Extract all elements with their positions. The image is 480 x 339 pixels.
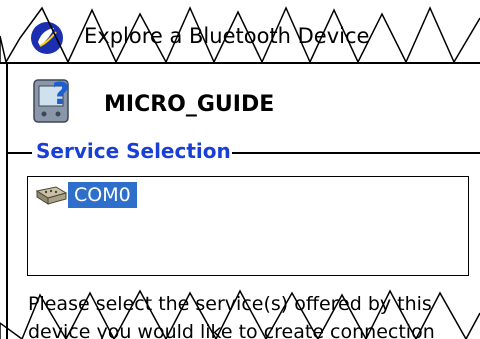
- service-selection-label: Service Selection: [36, 139, 231, 163]
- title-divider: [0, 62, 480, 64]
- screen: Explore a Bluetooth Device ? MICRO_GUIDE…: [0, 0, 480, 339]
- title-bar: Explore a Bluetooth Device: [0, 0, 480, 62]
- svg-text:?: ?: [52, 77, 69, 112]
- pda-question-icon: ?: [33, 77, 69, 123]
- service-list[interactable]: COM0: [27, 176, 469, 276]
- service-item-label: COM0: [68, 182, 137, 208]
- group-line-right: [232, 152, 480, 154]
- group-line-left: [6, 152, 32, 154]
- windows-flag-icon[interactable]: [28, 20, 66, 56]
- window-left-border: [6, 62, 8, 339]
- serial-port-icon: [35, 186, 68, 205]
- instruction-line-1: Please select the service(s) offered by …: [28, 293, 432, 315]
- instruction-line-2: device you would like to create connecti…: [28, 321, 435, 339]
- window-title: Explore a Bluetooth Device: [84, 24, 370, 48]
- instruction-text: Please select the service(s) offered by …: [28, 290, 468, 339]
- device-name: MICRO_GUIDE: [104, 92, 275, 117]
- service-item-com0[interactable]: COM0: [34, 181, 137, 209]
